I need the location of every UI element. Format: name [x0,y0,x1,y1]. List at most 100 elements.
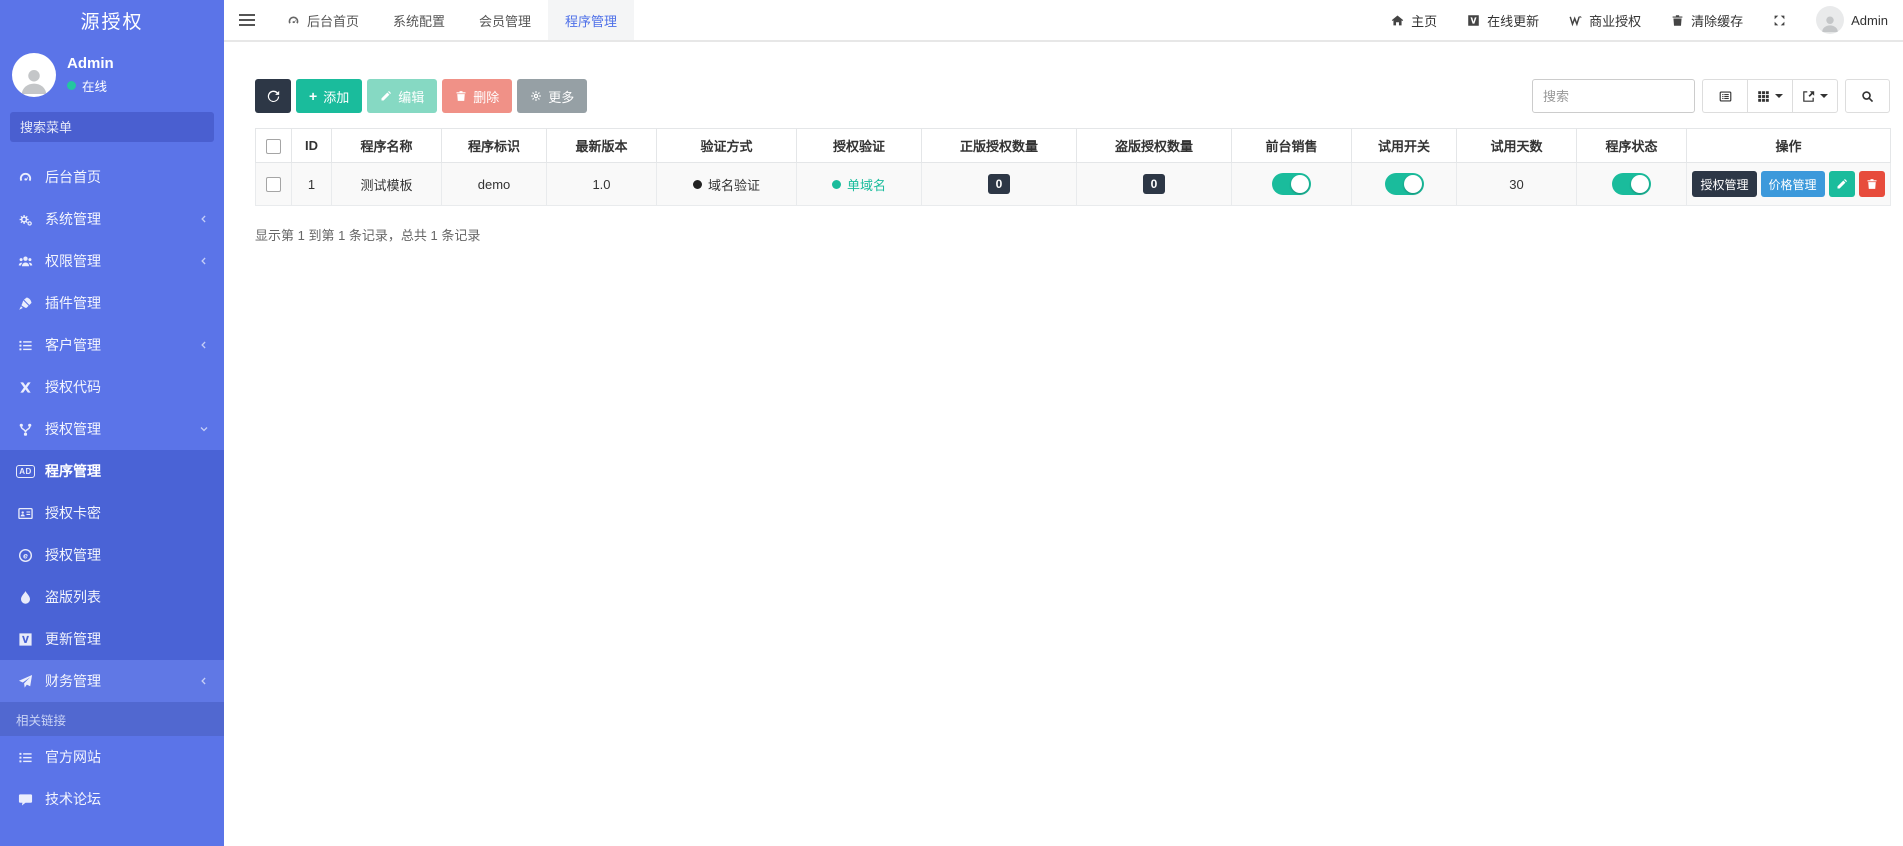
sidebar-item-dashboard[interactable]: 后台首页 [0,156,224,198]
sidebar-item-plugins[interactable]: 插件管理 [0,282,224,324]
user-status: 在线 [67,76,114,95]
comment-icon [16,792,35,807]
search-icon [1862,90,1874,102]
delete-button[interactable]: 删除 [442,79,513,113]
col-trial-days: 试用天数 [1456,128,1577,163]
pencil-icon [1837,178,1847,189]
top-navbar: 后台首页 系统配置 会员管理 程序管理 主页 在线更新 商业授权 清除缓存 Ad… [224,0,1903,42]
columns-dropdown-button[interactable] [1747,79,1792,113]
hamburger-icon [239,14,255,26]
program-status-toggle[interactable] [1612,173,1651,195]
more-button[interactable]: 更多 [517,79,588,113]
trash-icon [1671,14,1684,27]
sidebar-item-auth-manage-parent[interactable]: 授权管理 [0,408,224,450]
trial-switch-toggle[interactable] [1384,173,1424,195]
menu-toggle-button[interactable] [224,0,270,40]
sidebar-item-customers[interactable]: 客户管理 [0,324,224,366]
chevron-down-icon [198,423,210,435]
chevron-left-icon [198,255,210,267]
col-genuine-count: 正版授权数量 [921,128,1077,163]
cell-trial-days: 30 [1456,162,1577,206]
refresh-button[interactable] [255,79,291,113]
col-front-sale: 前台销售 [1231,128,1352,163]
table-search-input[interactable] [1532,79,1695,113]
home-icon [1391,14,1404,27]
fullscreen-icon [1773,14,1786,27]
explorer-icon: e [16,548,35,563]
detail-view-button[interactable] [1702,79,1747,113]
col-id: ID [291,128,332,163]
sidebar-item-permissions[interactable]: 权限管理 [0,240,224,282]
col-name: 程序名称 [331,128,442,163]
row-delete-button[interactable] [1858,171,1885,197]
sidebar-item-update-manage[interactable]: 更新管理 [0,618,224,660]
list-red-icon [16,750,35,765]
cell-genuine-count: 0 [921,162,1077,206]
refresh-icon [267,90,279,102]
tab-dashboard[interactable]: 后台首页 [270,0,376,40]
table-header-row: ID 程序名称 程序标识 最新版本 验证方式 授权验证 正版授权数量 盗版授权数… [255,128,1891,163]
sidebar-item-program-manage[interactable]: AD 程序管理 [0,450,224,492]
svg-text:e: e [23,550,28,560]
sidebar-link-official-site[interactable]: 官方网站 [0,736,224,778]
toggle-search-button[interactable] [1845,79,1890,113]
avatar [1816,6,1845,34]
clear-cache-link[interactable]: 清除缓存 [1656,0,1758,40]
admin-dropdown[interactable]: Admin [1801,0,1903,40]
avatar [12,53,56,97]
ad-icon: AD [16,464,35,478]
select-all-checkbox[interactable] [266,138,281,154]
tab-system-config[interactable]: 系统配置 [376,0,462,40]
toolbar-right [1532,79,1890,113]
sidebar-item-auth-manage[interactable]: e 授权管理 [0,534,224,576]
record-summary: 显示第 1 到第 1 条记录，总共 1 条记录 [255,228,481,243]
auth-manage-button[interactable]: 授权管理 [1692,171,1757,197]
w-icon [1569,14,1582,27]
menu-search[interactable] [10,112,214,142]
sidebar-item-auth-code[interactable]: 授权代码 [0,366,224,408]
black-dot-icon [692,179,702,189]
edit-button[interactable]: 编辑 [367,79,438,113]
user-name: Admin [67,55,114,72]
id-card-icon [16,506,35,521]
front-sale-toggle[interactable] [1272,173,1311,195]
sidebar-item-finance[interactable]: 财务管理 [0,660,224,702]
home-link[interactable]: 主页 [1376,0,1452,40]
plus-icon: + [309,88,318,104]
navbar-right: 主页 在线更新 商业授权 清除缓存 Admin [1376,0,1903,40]
row-checkbox[interactable] [266,177,281,193]
sidebar-item-pirated-list[interactable]: 盗版列表 [0,576,224,618]
cogs-icon [16,212,35,227]
row-edit-button[interactable] [1828,171,1855,197]
export-dropdown-button[interactable] [1792,79,1838,113]
users-icon [16,254,35,269]
table-row: 1 测试模板 demo 1.0 域名验证 单域名 0 0 30 授权管理 价格管… [255,162,1891,206]
person-icon [21,70,47,95]
v-square-icon [1467,14,1480,27]
commercial-license-link[interactable]: 商业授权 [1554,0,1656,40]
user-panel[interactable]: Admin 在线 [0,40,224,108]
sidebar-link-tech-forum[interactable]: 技术论坛 [0,778,224,820]
cell-name: 测试模板 [331,162,442,206]
col-version: 最新版本 [546,128,657,163]
sidebar-item-system[interactable]: 系统管理 [0,198,224,240]
online-update-link[interactable]: 在线更新 [1452,0,1554,40]
select-all-header [255,128,292,163]
tab-program-manage[interactable]: 程序管理 [548,0,635,40]
fullscreen-button[interactable] [1758,0,1801,40]
price-manage-button[interactable]: 价格管理 [1760,171,1825,197]
chevron-left-icon [198,675,210,687]
x-shape-icon [16,380,35,395]
cell-actions: 授权管理 价格管理 [1686,162,1891,206]
col-auth-verify: 授权验证 [796,128,922,163]
cell-front-sale [1231,162,1352,206]
tab-member-manage[interactable]: 会员管理 [462,0,548,40]
cell-verify-method: 域名验证 [656,162,797,206]
sidebar-item-auth-cards[interactable]: 授权卡密 [0,492,224,534]
col-actions: 操作 [1686,128,1891,163]
menu-search-input[interactable] [20,119,196,135]
related-links-label: 相关链接 [0,702,224,736]
cell-status [1576,162,1687,206]
add-button[interactable]: + 添加 [296,79,363,113]
trash-icon [1867,179,1877,189]
